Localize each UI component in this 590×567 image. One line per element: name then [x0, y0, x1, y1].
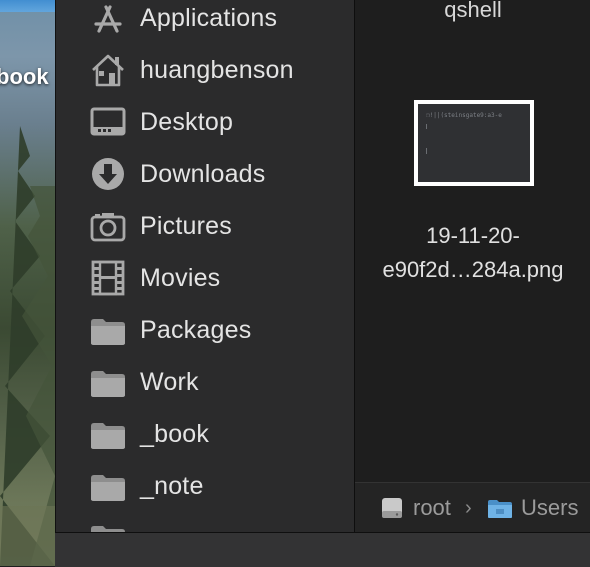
file-browser-pane: qshell ❐!||(steinsgate9:a3-e 19-11-20- e…: [354, 0, 590, 532]
disk-icon: [382, 498, 402, 518]
desktop-wallpaper: book: [0, 0, 55, 566]
folder-icon: [89, 415, 127, 453]
sidebar-item-note[interactable]: _note: [56, 460, 354, 512]
path-segment-label: root: [413, 495, 451, 520]
sidebar-item-label: Work: [140, 367, 199, 396]
selected-file-thumbnail[interactable]: ❐!||(steinsgate9:a3-e: [414, 100, 534, 186]
folder-icon: [488, 500, 512, 518]
path-separator: ›: [465, 496, 472, 519]
window-bottom-bar: [55, 532, 590, 567]
sidebar-item-work[interactable]: Work: [56, 356, 354, 408]
sidebar-item-applications[interactable]: Applications: [56, 0, 354, 44]
folder-icon: [89, 467, 127, 505]
path-segment-label: Users: [521, 495, 579, 520]
sidebar-item-label: Packages: [140, 315, 252, 344]
sidebar-item-label: Movies: [140, 263, 221, 292]
selected-file-name-line2[interactable]: e90f2d…284a.png: [355, 256, 590, 284]
path-segment-users[interactable]: Users: [487, 495, 578, 521]
desktop-icon: [89, 103, 127, 141]
sidebar-item-packages[interactable]: Packages: [56, 304, 354, 356]
camera-icon: [89, 207, 127, 245]
film-icon: [89, 259, 127, 297]
sidebar-item-label: Desktop: [140, 107, 234, 136]
sidebar-item-home[interactable]: huangbenson: [56, 44, 354, 96]
finder-sidebar: Applications huangbenson Desktop Downloa…: [55, 0, 354, 532]
applications-icon: [89, 0, 127, 37]
folder-icon: [89, 363, 127, 401]
home-icon: [89, 51, 127, 89]
sidebar-item-label: Applications: [140, 3, 278, 32]
thumbnail-text: ❐!||(steinsgate9:a3-e: [426, 112, 502, 119]
sidebar-item-label: Downloads: [140, 159, 266, 188]
thumbnail-line: [426, 124, 427, 129]
selected-file-name-line1[interactable]: 19-11-20-: [355, 222, 590, 250]
desktop-highlight: [0, 0, 55, 12]
sidebar-item-movies[interactable]: Movies: [56, 252, 354, 304]
sidebar-item-label: huangbenson: [140, 55, 294, 84]
thumbnail-line: [426, 148, 427, 154]
tree-image: [0, 126, 55, 566]
sidebar-item-label: Pictures: [140, 211, 232, 240]
downloads-icon: [89, 155, 127, 193]
sidebar-item-partial[interactable]: [56, 512, 354, 532]
sidebar-item-downloads[interactable]: Downloads: [56, 148, 354, 200]
sidebar-item-book[interactable]: _book: [56, 408, 354, 460]
path-segment-root[interactable]: root: [379, 495, 451, 521]
sidebar-item-label: _note: [140, 471, 204, 500]
sidebar-item-desktop[interactable]: Desktop: [56, 96, 354, 148]
folder-icon: [89, 311, 127, 349]
folder-icon: [89, 518, 127, 532]
sidebar-item-label: _book: [140, 419, 210, 448]
sidebar-item-pictures[interactable]: Pictures: [56, 200, 354, 252]
path-bar: root › Users: [355, 482, 590, 533]
desktop-folder-label[interactable]: book: [0, 64, 55, 90]
file-item-qshell-label[interactable]: qshell: [355, 0, 590, 23]
